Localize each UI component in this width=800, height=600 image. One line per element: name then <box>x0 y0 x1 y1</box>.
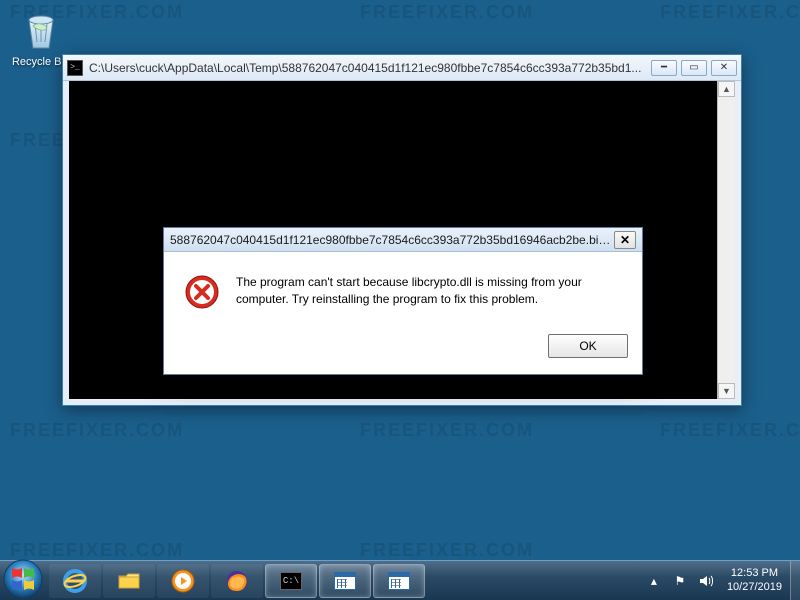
dialog-titlebar[interactable]: 588762047c040415d1f121ec980fbbe7c7854c6c… <box>164 228 642 252</box>
maximize-button[interactable]: ▭ <box>681 60 707 76</box>
watermark: FREEFIXER.COM <box>660 2 800 23</box>
taskbar-clock[interactable]: 12:53 PM 10/27/2019 <box>719 567 790 593</box>
cmd-icon <box>67 60 83 76</box>
dialog-close-button[interactable]: ✕ <box>614 231 636 249</box>
volume-icon[interactable] <box>697 572 715 590</box>
tray-chevron-up-icon[interactable]: ▴ <box>645 572 663 590</box>
app-window-icon <box>386 568 412 594</box>
minimize-button[interactable]: ━ <box>651 60 677 76</box>
taskbar-item-app1[interactable] <box>319 564 371 598</box>
console-titlebar[interactable]: C:\Users\cuck\AppData\Local\Temp\5887620… <box>63 55 741 81</box>
recycle-bin-icon <box>17 6 65 54</box>
start-button[interactable] <box>2 558 44 600</box>
console-title: C:\Users\cuck\AppData\Local\Temp\5887620… <box>89 61 651 75</box>
mediaplayer-icon <box>170 568 196 594</box>
watermark: FREEFIXER.COM <box>360 420 534 441</box>
scroll-up-icon[interactable]: ▲ <box>718 81 735 97</box>
taskbar-item-app2[interactable] <box>373 564 425 598</box>
watermark: FREEFIXER.COM <box>10 420 184 441</box>
firefox-icon <box>224 568 250 594</box>
taskbar-item-mediaplayer[interactable] <box>157 564 209 598</box>
taskbar-items: C:\ <box>48 561 426 600</box>
taskbar: C:\ ▴ ⚑ 12:53 PM 10/27/2019 <box>0 560 800 600</box>
action-center-icon[interactable]: ⚑ <box>671 572 689 590</box>
clock-time: 12:53 PM <box>727 567 782 580</box>
watermark: FREEFIXER.COM <box>660 420 800 441</box>
scroll-down-icon[interactable]: ▼ <box>718 383 735 399</box>
taskbar-item-console[interactable]: C:\ <box>265 564 317 598</box>
clock-date: 10/27/2019 <box>727 581 782 594</box>
app-window-icon <box>332 568 358 594</box>
watermark: FREEFIXER.COM <box>360 2 534 23</box>
taskbar-item-firefox[interactable] <box>211 564 263 598</box>
close-button[interactable]: ✕ <box>711 60 737 76</box>
show-desktop-button[interactable] <box>790 561 800 600</box>
error-icon <box>184 274 220 310</box>
taskbar-item-ie[interactable] <box>49 564 101 598</box>
ok-button[interactable]: OK <box>548 334 628 358</box>
ie-icon <box>62 568 88 594</box>
system-tray: ▴ ⚑ 12:53 PM 10/27/2019 <box>641 561 800 600</box>
folder-icon <box>116 568 142 594</box>
taskbar-item-explorer[interactable] <box>103 564 155 598</box>
error-dialog: 588762047c040415d1f121ec980fbbe7c7854c6c… <box>163 227 643 375</box>
dialog-title: 588762047c040415d1f121ec980fbbe7c7854c6c… <box>170 233 614 247</box>
console-scrollbar[interactable]: ▲ ▼ <box>717 81 735 399</box>
watermark: FREEFIXER.COM <box>360 540 534 561</box>
dialog-message: The program can't start because libcrypt… <box>236 274 622 310</box>
cmd-icon: C:\ <box>278 568 304 594</box>
